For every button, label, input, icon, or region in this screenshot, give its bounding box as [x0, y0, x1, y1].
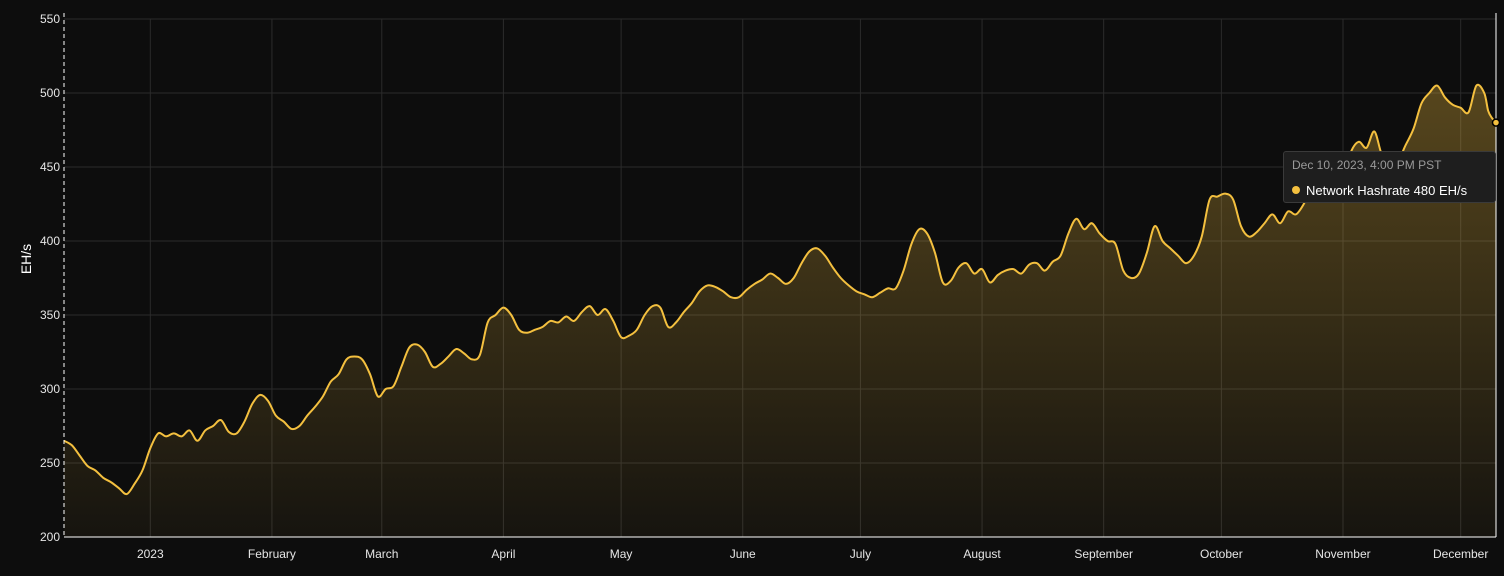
- y-axis-label: EH/s: [18, 244, 34, 274]
- y-tick-label: 500: [40, 86, 60, 100]
- tooltip-series-name: Network Hashrate: [1306, 183, 1411, 198]
- y-tick-label: 450: [40, 160, 60, 174]
- y-tick-label: 350: [40, 308, 60, 322]
- x-tick-label: July: [850, 547, 871, 561]
- y-tick-label: 400: [40, 234, 60, 248]
- series-area: [64, 84, 1496, 537]
- tooltip-series-row: Network Hashrate 480 EH/s: [1292, 183, 1467, 198]
- hashrate-chart: 200 250 300 350 400 450 500 550 2023 February Mar…: [18, 12, 1501, 561]
- y-axis-ticks: 200 250 300 350 400 450 500 550: [40, 12, 60, 544]
- tooltip-timestamp: Dec 10, 2023, 4:00 PM PST: [1292, 158, 1442, 172]
- y-tick-label: 300: [40, 382, 60, 396]
- dot-icon: [1292, 186, 1300, 194]
- tooltip: Dec 10, 2023, 4:00 PM PST Network Hashra…: [1283, 151, 1496, 203]
- x-tick-label: September: [1074, 547, 1133, 561]
- tooltip-value: 480 EH/s: [1413, 183, 1468, 198]
- x-axis-ticks: 2023 February March April May June July August S…: [137, 547, 1488, 561]
- x-tick-label: October: [1200, 547, 1243, 561]
- y-tick-label: 550: [40, 12, 60, 26]
- x-tick-label: April: [491, 547, 515, 561]
- x-tick-label: December: [1433, 547, 1488, 561]
- y-tick-label: 200: [40, 530, 60, 544]
- x-tick-label: June: [730, 547, 756, 561]
- x-tick-label: February: [248, 547, 296, 561]
- x-tick-label: November: [1315, 547, 1370, 561]
- x-tick-label: May: [610, 547, 633, 561]
- x-tick-label: 2023: [137, 547, 164, 561]
- x-tick-label: March: [365, 547, 398, 561]
- x-tick-label: August: [963, 547, 1001, 561]
- y-tick-label: 250: [40, 456, 60, 470]
- hover-marker: [1491, 118, 1501, 127]
